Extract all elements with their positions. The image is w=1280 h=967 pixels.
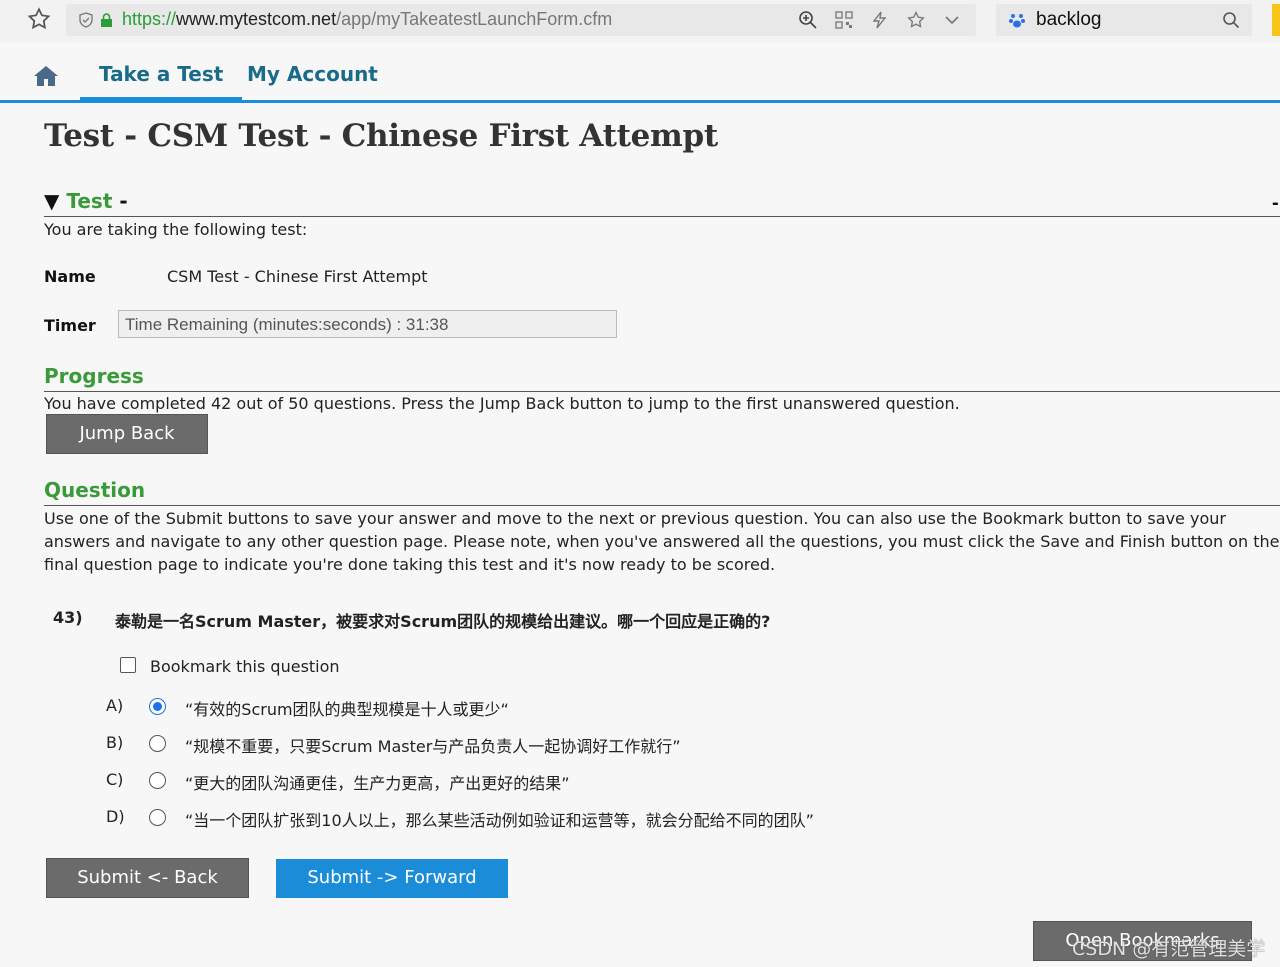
question-text: 泰勒是一名Scrum Master，被要求对Scrum团队的规模给出建议。哪一个… <box>115 612 771 631</box>
progress-heading: Progress <box>44 364 144 388</box>
address-bar[interactable]: https://www.mytestcom.net/app/myTakeates… <box>66 4 976 36</box>
shield-icon <box>79 12 93 28</box>
lock-icon <box>101 13 112 27</box>
jump-back-button[interactable]: Jump Back <box>46 414 208 454</box>
submit-forward-button[interactable]: Submit -> Forward <box>276 859 508 898</box>
search-icon[interactable] <box>1222 11 1240 29</box>
tab-my-account[interactable]: My Account <box>247 62 378 86</box>
option-text[interactable]: “规模不重要，只要Scrum Master与产品负责人一起协调好工作就行” <box>185 733 681 757</box>
collapse-triangle-icon[interactable]: ▼ <box>44 189 59 213</box>
timer-field: Time Remaining (minutes:seconds) : 31:38 <box>118 310 617 338</box>
option-letter: A) <box>106 696 124 715</box>
option-radio[interactable] <box>149 698 166 715</box>
site-nav: Take a Test My Account <box>0 46 1280 102</box>
option-radio[interactable] <box>149 735 166 752</box>
home-icon[interactable] <box>32 64 60 88</box>
bookmark-star-icon[interactable] <box>906 10 926 30</box>
question-heading: Question <box>44 478 146 502</box>
option-text[interactable]: “更大的团队沟通更佳，生产力更高，产出更好的结果” <box>185 770 570 794</box>
timer-label: Timer <box>44 316 96 335</box>
name-label: Name <box>44 267 96 286</box>
qr-code-icon[interactable] <box>834 10 854 30</box>
question-number: 43) <box>53 608 83 627</box>
option-text[interactable]: “当一个团队扩张到10人以上，那么某些活动例如验证和运营等，就会分配给不同的团队… <box>185 807 814 831</box>
option-letter: C) <box>106 770 124 789</box>
test-intro: You are taking the following test: <box>44 220 308 239</box>
watermark-text: CSDN @有范管理美学 <box>1072 938 1266 960</box>
bookmark-label[interactable]: Bookmark this question <box>150 657 340 676</box>
search-box[interactable]: backlog <box>996 4 1252 36</box>
favorites-star-icon[interactable] <box>26 6 52 32</box>
option-radio[interactable] <box>149 809 166 826</box>
section-divider <box>44 391 1280 392</box>
progress-text: You have completed 42 out of 50 question… <box>44 394 960 413</box>
search-query: backlog <box>1036 9 1102 30</box>
chevron-down-icon[interactable] <box>942 10 962 30</box>
lightning-icon[interactable] <box>870 10 890 30</box>
back-arrow-icon[interactable]: › <box>0 8 1 31</box>
browser-toolbar: › https://www.mytestcom.net/app/myTakeat… <box>0 0 1280 42</box>
toolbar-edge <box>1272 4 1280 36</box>
option-letter: B) <box>106 733 124 752</box>
bookmark-checkbox[interactable] <box>120 657 136 673</box>
option-text[interactable]: “有效的Scrum团队的典型规模是十人或更少“ <box>185 696 509 720</box>
test-name-value: CSM Test - Chinese First Attempt <box>167 267 428 286</box>
submit-back-button[interactable]: Submit <- Back <box>46 858 249 898</box>
zoom-icon[interactable] <box>798 10 818 30</box>
question-instructions: Use one of the Submit buttons to save yo… <box>44 509 1280 574</box>
option-radio[interactable] <box>149 772 166 789</box>
section-divider <box>44 505 1280 506</box>
collapse-dash-icon[interactable]: - <box>1272 192 1279 215</box>
baidu-paw-icon <box>1009 14 1025 28</box>
page-title: Test - CSM Test - Chinese First Attempt <box>44 118 718 154</box>
section-divider <box>44 216 1280 217</box>
test-section-heading[interactable]: ▼ Test - <box>44 189 128 213</box>
option-letter: D) <box>106 807 125 826</box>
url-text: https://www.mytestcom.net/app/myTakeates… <box>122 9 613 29</box>
tab-take-a-test[interactable]: Take a Test <box>80 62 243 102</box>
nav-divider <box>0 100 1280 103</box>
